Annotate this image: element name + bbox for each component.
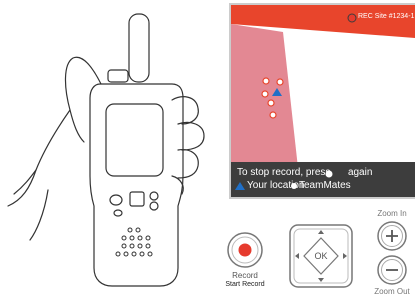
teammate-marker <box>267 99 275 107</box>
record-label: Record <box>232 271 258 280</box>
rec-indicator-icon <box>347 13 357 23</box>
record-icon <box>238 243 252 257</box>
stage: REC Site #1234-1 To stop record, press a… <box>0 0 415 303</box>
radio-button-lower-left <box>113 209 123 217</box>
wrist-line <box>13 169 37 195</box>
teammate-marker <box>276 78 284 86</box>
finger-3 <box>177 149 199 179</box>
radio-button-center <box>129 191 145 207</box>
ok-label: OK <box>314 251 328 261</box>
legend-teammates-label: TeamMates <box>299 180 351 191</box>
speaker-grille <box>115 227 153 257</box>
zoom-controls <box>377 221 407 285</box>
stop-instruction: To stop record, press again <box>237 167 372 178</box>
start-record-label: Start Record <box>225 281 265 288</box>
teammate-marker <box>262 77 270 85</box>
zoom-in-label: Zoom In <box>377 209 407 218</box>
finger-2 <box>177 121 205 151</box>
thumb-outline <box>64 56 102 143</box>
knob <box>107 69 129 83</box>
illustration <box>7 3 415 288</box>
zoom-out-label: Zoom Out <box>374 287 410 296</box>
palm-outline <box>7 109 71 241</box>
antenna <box>128 13 150 83</box>
stop-instruction-before: To stop record, press <box>237 167 331 178</box>
teammate-marker <box>261 90 269 98</box>
stop-instruction-after: again <box>347 167 373 178</box>
radio-body <box>89 83 184 287</box>
finger-1 <box>171 96 199 125</box>
record-control <box>227 232 263 268</box>
radio-button-left <box>109 194 123 206</box>
legend-your-location-label: Your location <box>247 180 305 191</box>
hand-with-radio <box>7 13 205 287</box>
radio-screen <box>105 103 164 177</box>
teammate-marker <box>269 111 277 119</box>
rec-label: REC Site #1234-1 <box>358 13 415 20</box>
radio-button-right <box>149 191 159 211</box>
